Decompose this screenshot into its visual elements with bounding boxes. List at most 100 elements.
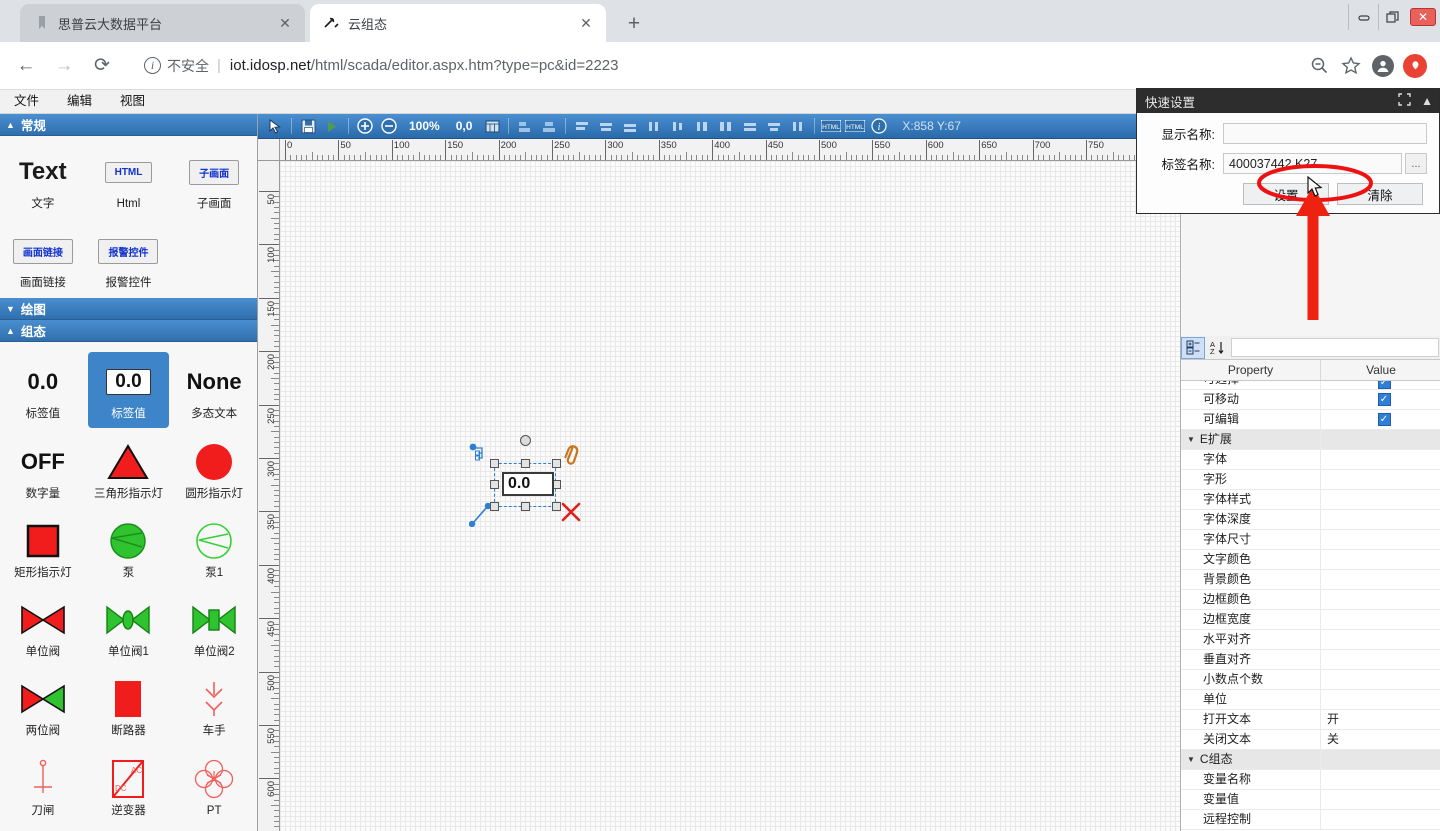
categorized-view-icon[interactable] bbox=[1181, 337, 1205, 359]
address-bar[interactable]: i 不安全 | iot.idosp.net/html/scada/editor.… bbox=[132, 50, 1294, 82]
display-name-input[interactable] bbox=[1223, 123, 1427, 144]
distribute-v-icon[interactable] bbox=[667, 116, 689, 136]
property-row[interactable]: 字体深度 bbox=[1181, 510, 1440, 530]
resize-handle-sw[interactable] bbox=[490, 502, 499, 511]
property-group-row[interactable]: ▼C组态 bbox=[1181, 750, 1440, 770]
property-row[interactable]: 可选择✓ bbox=[1181, 381, 1440, 390]
align-middle-icon[interactable] bbox=[595, 116, 617, 136]
palette-item-pt[interactable]: PT bbox=[173, 749, 255, 824]
delete-x-icon[interactable] bbox=[560, 501, 582, 527]
html-icon[interactable]: HTML bbox=[820, 116, 842, 136]
grid-icon[interactable] bbox=[481, 116, 503, 136]
property-row[interactable]: 字形 bbox=[1181, 470, 1440, 490]
property-row[interactable]: 边框宽度 bbox=[1181, 610, 1440, 630]
palette-item-pump[interactable]: 泵 bbox=[88, 511, 170, 586]
html2-icon[interactable]: HTML bbox=[844, 116, 866, 136]
property-value[interactable]: 开 bbox=[1321, 710, 1440, 729]
property-group-row[interactable]: ▼E扩展 bbox=[1181, 430, 1440, 450]
property-row[interactable]: 变量值 bbox=[1181, 790, 1440, 810]
same-width-icon[interactable] bbox=[739, 116, 761, 136]
resize-handle-n[interactable] bbox=[521, 459, 530, 468]
ungroup-icon[interactable] bbox=[715, 116, 737, 136]
palette-item-digital[interactable]: OFF 数字量 bbox=[2, 432, 84, 507]
chevron-up-icon[interactable]: ▲ bbox=[1421, 94, 1433, 108]
property-row[interactable]: 关闭文本关 bbox=[1181, 730, 1440, 750]
quick-settings-dialog[interactable]: 快速设置 ▲ 显示名称: 标签名称: ... 设置 清除 bbox=[1136, 88, 1440, 214]
palette-item-screenlink[interactable]: 画面链接 画面链接 bbox=[2, 221, 84, 296]
distribute-h-icon[interactable] bbox=[643, 116, 665, 136]
chrome-menu-icon[interactable] bbox=[1400, 51, 1430, 81]
bookmark-star-icon[interactable] bbox=[1336, 51, 1366, 81]
info-icon[interactable]: i bbox=[868, 116, 890, 136]
profile-avatar-icon[interactable] bbox=[1368, 51, 1398, 81]
property-row[interactable]: 小数点个数 bbox=[1181, 670, 1440, 690]
property-row[interactable]: 边框颜色 bbox=[1181, 590, 1440, 610]
group-icon[interactable] bbox=[691, 116, 713, 136]
info-icon[interactable]: i bbox=[144, 57, 161, 74]
property-row[interactable]: 水平对齐 bbox=[1181, 630, 1440, 650]
zoom-in-icon[interactable] bbox=[354, 116, 376, 136]
same-height-icon[interactable] bbox=[763, 116, 785, 136]
tag-browse-button[interactable]: ... bbox=[1405, 153, 1427, 174]
palette-item-handcart[interactable]: 车手 bbox=[173, 669, 255, 744]
property-value[interactable]: ✓ bbox=[1321, 393, 1440, 406]
chevron-down-icon[interactable]: ▼ bbox=[1187, 750, 1195, 769]
menu-view[interactable]: 视图 bbox=[106, 90, 159, 113]
browser-tab-0[interactable]: 思普云大数据平台 ✕ bbox=[20, 4, 305, 42]
palette-item-alarmwidget[interactable]: 报警控件 报警控件 bbox=[88, 221, 170, 296]
palette-item-rect-lamp[interactable]: 矩形指示灯 bbox=[2, 511, 84, 586]
property-row[interactable]: 背景颜色 bbox=[1181, 570, 1440, 590]
palette-group-header-scada[interactable]: ▲ 组态 bbox=[0, 320, 257, 342]
resize-handle-nw[interactable] bbox=[490, 459, 499, 468]
palette-item-two-pos-valve[interactable]: 两位阀 bbox=[2, 669, 84, 744]
checkbox-checked-icon[interactable]: ✓ bbox=[1378, 381, 1391, 389]
menu-edit[interactable]: 编辑 bbox=[53, 90, 106, 113]
palette-item-html[interactable]: HTML Html bbox=[88, 142, 170, 217]
browser-tab-0-close-icon[interactable]: ✕ bbox=[275, 13, 295, 33]
browser-tab-1-close-icon[interactable]: ✕ bbox=[576, 13, 596, 33]
forward-button[interactable]: → bbox=[48, 50, 80, 82]
palette-item-multistate-text[interactable]: None 多态文本 bbox=[173, 352, 255, 427]
palette-group-header-drawing[interactable]: ▼ 绘图 bbox=[0, 298, 257, 320]
reload-button[interactable]: ⟳ bbox=[86, 50, 118, 82]
property-row[interactable]: 字体尺寸 bbox=[1181, 530, 1440, 550]
property-value[interactable]: ✓ bbox=[1321, 413, 1440, 426]
tag-name-input[interactable] bbox=[1223, 153, 1402, 174]
palette-item-breaker[interactable]: 断路器 bbox=[88, 669, 170, 744]
same-size-icon[interactable] bbox=[787, 116, 809, 136]
zoom-out-icon[interactable] bbox=[378, 116, 400, 136]
select-arrow-icon[interactable] bbox=[264, 116, 286, 136]
collapse-icon[interactable] bbox=[1398, 93, 1411, 109]
palette-item-tagvalue[interactable]: 0.0 标签值 bbox=[2, 352, 84, 427]
checkbox-checked-icon[interactable]: ✓ bbox=[1378, 393, 1391, 406]
palette-item-valve1[interactable]: 单位阀1 bbox=[88, 590, 170, 665]
chevron-down-icon[interactable]: ▼ bbox=[1187, 430, 1195, 449]
menu-file[interactable]: 文件 bbox=[0, 90, 53, 113]
back-button[interactable]: ← bbox=[10, 50, 42, 82]
property-row[interactable]: 文字颜色 bbox=[1181, 550, 1440, 570]
new-tab-button[interactable]: + bbox=[620, 10, 648, 38]
palette-item-inverter[interactable]: AC DC 逆变器 bbox=[88, 749, 170, 824]
window-restore-button[interactable] bbox=[1378, 4, 1408, 30]
resize-handle-se[interactable] bbox=[552, 502, 561, 511]
resize-handle-ne[interactable] bbox=[552, 459, 561, 468]
checkbox-checked-icon[interactable]: ✓ bbox=[1378, 413, 1391, 426]
align-top-icon[interactable] bbox=[571, 116, 593, 136]
property-row[interactable]: 变量名称 bbox=[1181, 770, 1440, 790]
attachment-paperclip-icon[interactable] bbox=[558, 442, 586, 475]
property-row[interactable]: 单位 bbox=[1181, 690, 1440, 710]
palette-item-valve2[interactable]: 单位阀2 bbox=[173, 590, 255, 665]
zoom-level-label[interactable]: 100% bbox=[402, 119, 447, 133]
set-button[interactable]: 设置 bbox=[1243, 183, 1329, 205]
palette-item-tagvalue-box[interactable]: 0.0 标签值 bbox=[88, 352, 170, 427]
palette-item-circle-lamp[interactable]: 圆形指示灯 bbox=[173, 432, 255, 507]
palette-item-subscreen[interactable]: 子画面 子画面 bbox=[173, 142, 255, 217]
palette-item-knife-switch[interactable]: 刀闸 bbox=[2, 749, 84, 824]
palette-item-text[interactable]: Text 文字 bbox=[2, 142, 84, 217]
palette-item-valve[interactable]: 单位阀 bbox=[2, 590, 84, 665]
window-close-button[interactable]: ✕ bbox=[1410, 8, 1436, 26]
align-bottom-icon[interactable] bbox=[619, 116, 641, 136]
run-icon[interactable] bbox=[321, 116, 343, 136]
save-icon[interactable] bbox=[297, 116, 319, 136]
palette-group-header-general[interactable]: ▲ 常规 bbox=[0, 114, 257, 136]
